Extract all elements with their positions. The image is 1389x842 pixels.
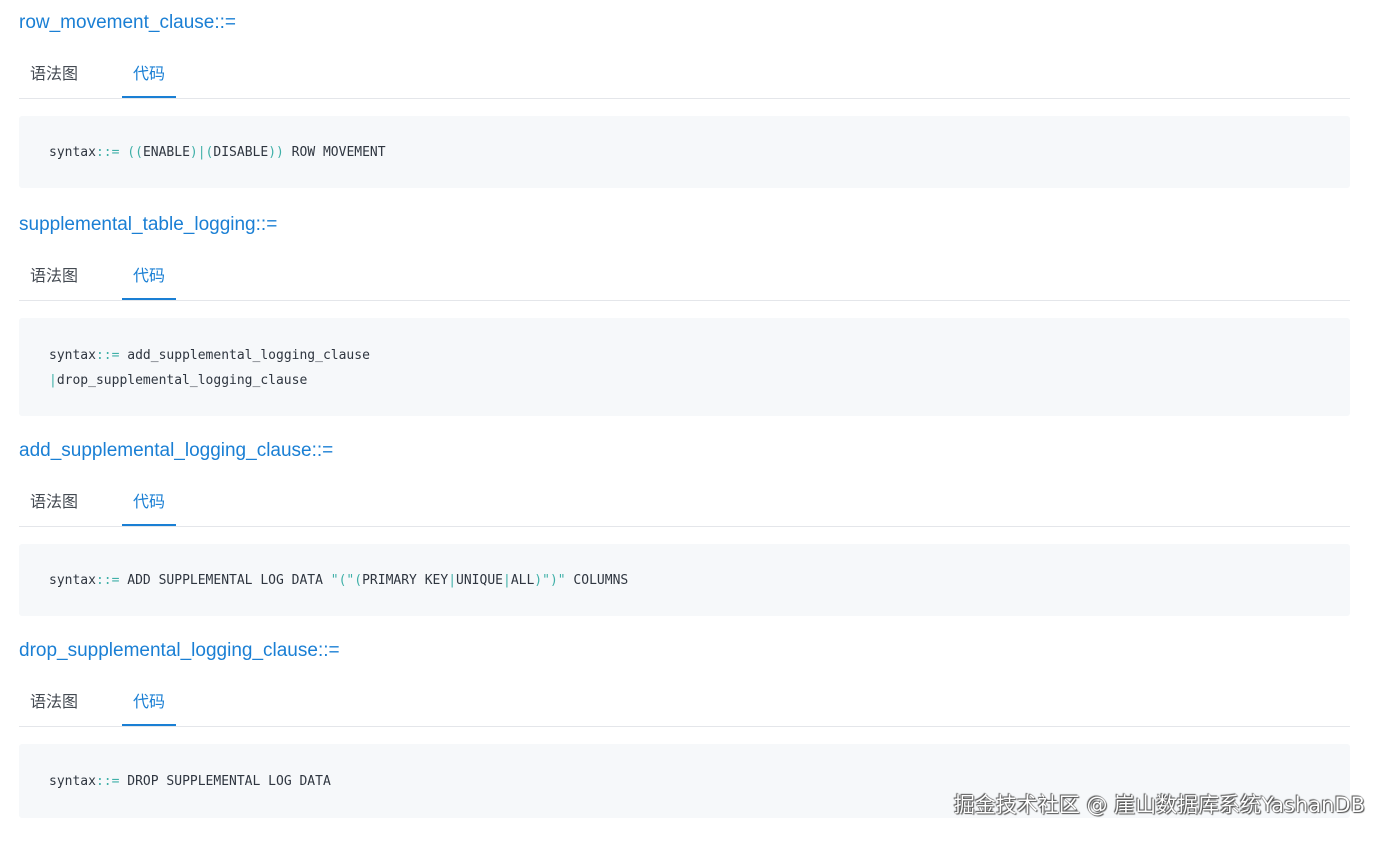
section-title: row_movement_clause::= [19, 0, 1350, 46]
tab-diagram[interactable]: 语法图 [30, 682, 78, 722]
rule-name: row_movement_clause [19, 12, 215, 33]
code-token: ENABLE [142, 145, 190, 160]
code-operator: ::= [95, 774, 120, 789]
code-line: |drop_supplemental_logging_clause [49, 368, 1320, 393]
code-operator: )) [268, 145, 284, 160]
code-operator: ::= [95, 348, 120, 363]
code-block: syntax::= ((ENABLE)|(DISABLE)) ROW MOVEM… [19, 116, 1350, 188]
section-title: supplemental_table_logging::= [19, 202, 1350, 248]
view-tabs: 语法图 代码 [19, 248, 1350, 301]
rule-name: supplemental_table_logging [19, 214, 256, 235]
rule-suffix: ::= [255, 214, 278, 235]
code-line: syntax::= ADD SUPPLEMENTAL LOG DATA "("(… [49, 568, 1320, 593]
tab-diagram[interactable]: 语法图 [30, 256, 78, 296]
code-token: syntax [49, 348, 96, 363]
rule-name: drop_supplemental_logging_clause [19, 640, 318, 661]
syntax-doc-page: row_movement_clause::= 语法图 代码 syntax::= … [19, 0, 1350, 818]
code-token: PRIMARY KEY [362, 573, 449, 588]
code-line: syntax::= add_supplemental_logging_claus… [49, 343, 1320, 368]
rule-suffix: ::= [317, 640, 340, 661]
code-operator: )|( [189, 145, 214, 160]
rule-name: add_supplemental_logging_clause [19, 440, 312, 461]
tab-code[interactable]: 代码 [122, 54, 176, 98]
view-tabs: 语法图 代码 [19, 674, 1350, 727]
code-token: ALL [510, 573, 535, 588]
code-token: syntax [49, 145, 96, 160]
tab-code[interactable]: 代码 [122, 256, 176, 300]
tab-diagram[interactable]: 语法图 [30, 482, 78, 522]
code-token: COLUMNS [565, 573, 629, 588]
code-token: ADD SUPPLEMENTAL LOG DATA [119, 573, 331, 588]
code-operator: ::= (( [95, 145, 143, 160]
watermark-text: 掘金技术社区 @ 崖山数据库系统YashanDB [953, 793, 1365, 817]
syntax-section: row_movement_clause::= 语法图 代码 syntax::= … [19, 0, 1350, 188]
view-tabs: 语法图 代码 [19, 474, 1350, 527]
code-token: syntax [49, 573, 96, 588]
code-operator: ::= [95, 573, 120, 588]
tab-diagram[interactable]: 语法图 [30, 54, 78, 94]
code-token: UNIQUE [456, 573, 503, 588]
code-operator: | [49, 373, 57, 388]
view-tabs: 语法图 代码 [19, 46, 1350, 99]
code-operator: )")" [534, 573, 566, 588]
code-token: DROP SUPPLEMENTAL LOG DATA [119, 774, 331, 789]
code-line: syntax::= ((ENABLE)|(DISABLE)) ROW MOVEM… [49, 140, 1320, 165]
code-block: syntax::= ADD SUPPLEMENTAL LOG DATA "("(… [19, 544, 1350, 616]
code-operator: "("( [330, 573, 363, 588]
code-token: syntax [49, 774, 96, 789]
code-block: syntax::= add_supplemental_logging_claus… [19, 318, 1350, 416]
tab-code[interactable]: 代码 [122, 682, 176, 726]
section-title: drop_supplemental_logging_clause::= [19, 628, 1350, 674]
rule-suffix: ::= [214, 12, 237, 33]
code-token: drop_supplemental_logging_clause [56, 373, 308, 388]
code-token: add_supplemental_logging_clause [119, 348, 370, 363]
syntax-section: add_supplemental_logging_clause::= 语法图 代… [19, 428, 1350, 616]
tab-code[interactable]: 代码 [122, 482, 176, 526]
code-operator: | [502, 573, 511, 588]
code-token: DISABLE [213, 145, 269, 160]
code-token: ROW MOVEMENT [283, 145, 386, 160]
syntax-section: supplemental_table_logging::= 语法图 代码 syn… [19, 202, 1350, 416]
rule-suffix: ::= [311, 440, 334, 461]
code-operator: | [448, 573, 457, 588]
section-title: add_supplemental_logging_clause::= [19, 428, 1350, 474]
